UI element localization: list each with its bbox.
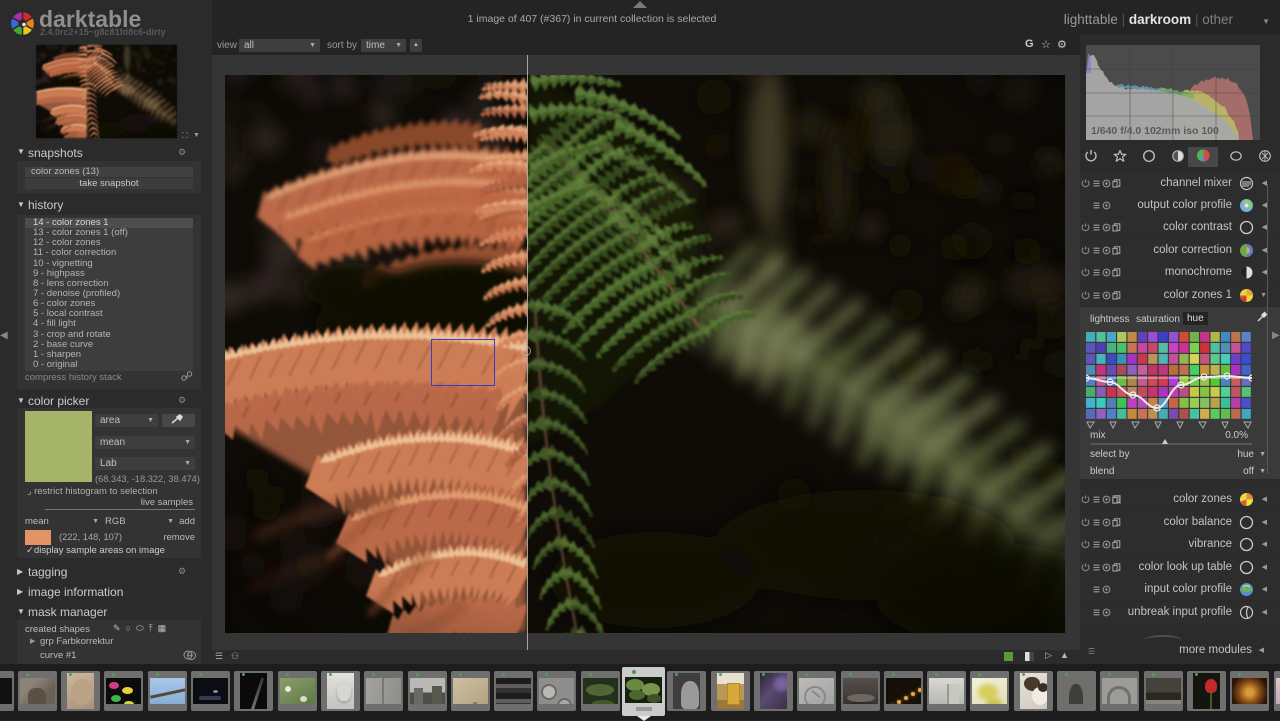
svg-text:1/640 f/4.0 102mm iso 100: 1/640 f/4.0 102mm iso 100 [1091,125,1219,137]
